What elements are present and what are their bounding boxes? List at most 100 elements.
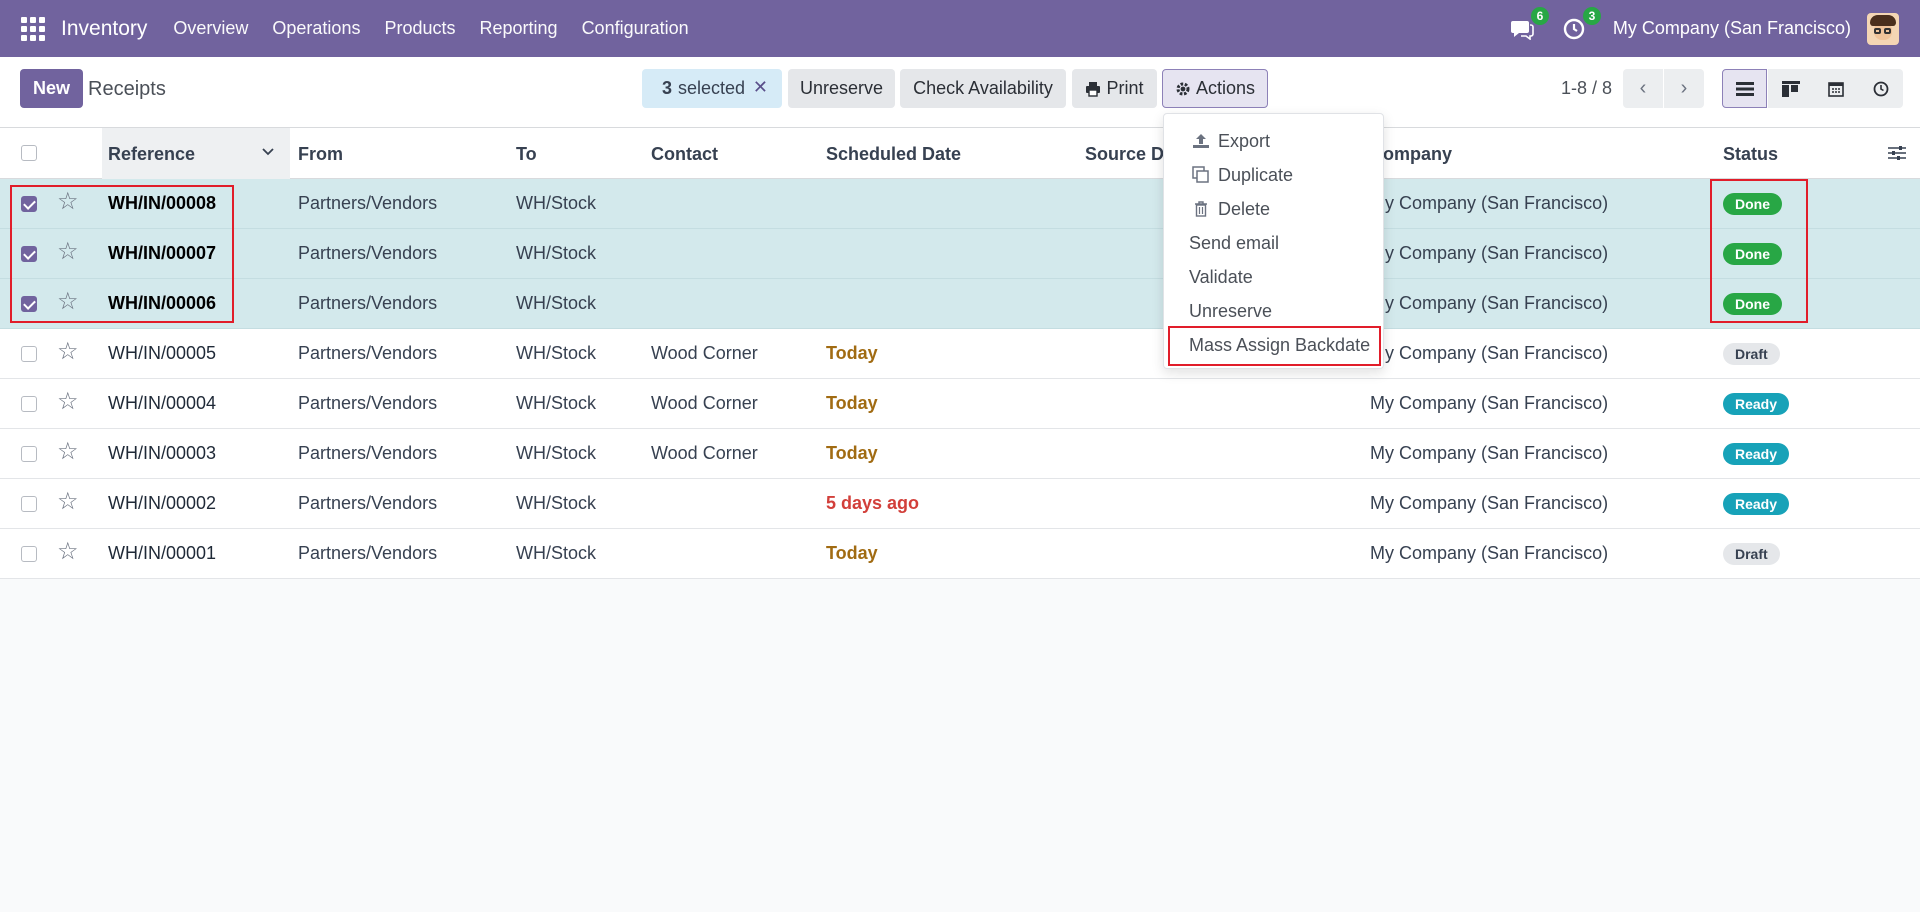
star-icon[interactable]: ☆ — [57, 540, 79, 564]
cell-reference: WH/IN/00004 — [108, 393, 217, 413]
cell-to: WH/Stock — [516, 193, 597, 213]
status-badge: Draft — [1723, 343, 1780, 365]
table-row[interactable]: ☆ WH/IN/00006 Partners/Vendors WH/Stock My C… — [0, 279, 1920, 329]
table-body: ☆ WH/IN/00008 Partners/Vendors WH/Stock My C… — [0, 179, 1920, 579]
unreserve-button[interactable]: Unreserve — [788, 69, 895, 108]
check-availability-button[interactable]: Check Availability — [900, 69, 1066, 108]
cell-from: Partners/Vendors — [298, 443, 438, 463]
table-row[interactable]: ☆ WH/IN/00007 Partners/Vendors WH/Stock My C… — [0, 229, 1920, 279]
cell-scheduled-date: Today — [826, 343, 878, 363]
print-button[interactable]: Print — [1072, 69, 1157, 108]
list-view-button[interactable] — [1722, 69, 1767, 108]
menu-products[interactable]: Products — [384, 18, 455, 39]
star-icon[interactable]: ☆ — [57, 340, 79, 364]
print-label: Print — [1106, 78, 1144, 98]
row-checkbox[interactable] — [21, 496, 37, 512]
chevron-left-icon: ‹ — [1639, 77, 1647, 99]
table-row[interactable]: ☆ WH/IN/00008 Partners/Vendors WH/Stock My C… — [0, 179, 1920, 229]
breadcrumb: Receipts — [88, 78, 166, 100]
calendar-view-button[interactable] — [1813, 69, 1858, 108]
cell-to: WH/Stock — [516, 243, 597, 263]
upload-icon — [1193, 134, 1209, 148]
table-row[interactable]: ☆ WH/IN/00005 Partners/Vendors WH/Stock Wood… — [0, 329, 1920, 379]
kanban-view-button[interactable] — [1768, 69, 1813, 108]
action-validate[interactable]: Validate — [1164, 261, 1385, 293]
gear-icon — [1176, 82, 1190, 95]
cell-company: My Company (San Francisco) — [1370, 543, 1609, 563]
row-checkbox[interactable] — [21, 346, 37, 362]
row-checkbox[interactable] — [21, 396, 37, 412]
cell-company: My Company (San Francisco) — [1370, 443, 1609, 463]
header-status[interactable]: Status — [1723, 144, 1778, 165]
company-switcher[interactable]: My Company (San Francisco) — [1613, 18, 1851, 39]
table-row[interactable]: ☆ WH/IN/00001 Partners/Vendors WH/Stock Toda… — [0, 529, 1920, 579]
app-name[interactable]: Inventory — [61, 17, 147, 41]
pager-next-button[interactable]: › — [1664, 69, 1704, 108]
row-checkbox[interactable] — [21, 546, 37, 562]
cell-scheduled-date: Today — [826, 443, 878, 463]
table-header: Reference From To Contact Scheduled Date… — [0, 128, 1920, 179]
activities-clock-icon[interactable]: 3 — [1561, 6, 1601, 42]
user-avatar[interactable] — [1867, 12, 1899, 45]
cell-from: Partners/Vendors — [298, 543, 438, 563]
header-scheduled-date[interactable]: Scheduled Date — [826, 144, 961, 165]
menu-reporting[interactable]: Reporting — [480, 18, 558, 39]
star-icon[interactable]: ☆ — [57, 490, 79, 514]
clear-selection-icon[interactable]: ✕ — [753, 77, 768, 98]
cell-from: Partners/Vendors — [298, 243, 438, 263]
star-icon[interactable]: ☆ — [57, 390, 79, 414]
status-badge: Ready — [1723, 493, 1790, 515]
star-icon[interactable]: ☆ — [57, 440, 79, 464]
action-send-email[interactable]: Send email — [1164, 227, 1385, 259]
action-export[interactable]: Export — [1164, 125, 1385, 157]
header-to[interactable]: To — [516, 144, 537, 165]
menu-operations[interactable]: Operations — [272, 18, 360, 39]
cell-from: Partners/Vendors — [298, 293, 438, 313]
chevron-down-icon[interactable] — [262, 148, 274, 156]
table-row[interactable]: ☆ WH/IN/00004 Partners/Vendors WH/Stock Wood… — [0, 379, 1920, 429]
table-row[interactable]: ☆ WH/IN/00002 Partners/Vendors WH/Stock 5 da… — [0, 479, 1920, 529]
activities-count-badge: 3 — [1582, 6, 1601, 25]
chevron-right-icon: › — [1680, 77, 1688, 99]
printer-icon — [1086, 81, 1101, 97]
apps-menu-icon[interactable] — [21, 16, 45, 41]
messages-icon[interactable]: 6 — [1509, 6, 1549, 42]
header-source-document[interactable]: Source Do — [1085, 144, 1175, 165]
activity-view-button[interactable] — [1858, 69, 1903, 108]
row-checkbox[interactable] — [21, 446, 37, 462]
action-send-email-label: Send email — [1189, 232, 1280, 253]
calendar-icon — [1827, 81, 1844, 97]
annotation-done-status-box — [1710, 179, 1808, 323]
cell-company: My Company (San Francisco) — [1370, 343, 1609, 363]
header-contact[interactable]: Contact — [651, 144, 718, 165]
select-all-checkbox[interactable] — [21, 145, 37, 161]
new-button[interactable]: New — [20, 69, 83, 108]
cell-to: WH/Stock — [516, 443, 597, 463]
cell-scheduled-date: Today — [826, 393, 878, 413]
cell-company: My Company (San Francisco) — [1370, 493, 1609, 513]
optional-columns-icon[interactable] — [1888, 145, 1906, 161]
cell-scheduled-date: Today — [826, 543, 878, 563]
action-unreserve[interactable]: Unreserve — [1164, 295, 1385, 327]
header-reference[interactable]: Reference — [108, 144, 195, 165]
status-badge: Ready — [1723, 393, 1790, 415]
copy-icon — [1192, 166, 1209, 183]
cell-to: WH/Stock — [516, 543, 597, 563]
cell-contact: Wood Corner — [651, 393, 758, 413]
pager-value[interactable]: 1-8 / 8 — [1561, 78, 1612, 99]
cell-from: Partners/Vendors — [298, 343, 438, 363]
actions-button[interactable]: Actions — [1162, 69, 1268, 108]
pager-previous-button[interactable]: ‹ — [1623, 69, 1663, 108]
cell-reference: WH/IN/00002 — [108, 493, 217, 513]
kanban-view-icon — [1781, 80, 1800, 97]
action-duplicate[interactable]: Duplicate — [1164, 159, 1385, 191]
messages-count-badge: 6 — [1530, 6, 1549, 25]
cell-from: Partners/Vendors — [298, 493, 438, 513]
header-from[interactable]: From — [298, 144, 343, 165]
table-row[interactable]: ☆ WH/IN/00003 Partners/Vendors WH/Stock Wood… — [0, 429, 1920, 479]
menu-overview[interactable]: Overview — [173, 18, 248, 39]
cell-company: My Company (San Francisco) — [1370, 393, 1609, 413]
menu-configuration[interactable]: Configuration — [582, 18, 689, 39]
action-delete[interactable]: Delete — [1164, 193, 1385, 225]
annotation-selected-refs-box — [10, 185, 234, 323]
